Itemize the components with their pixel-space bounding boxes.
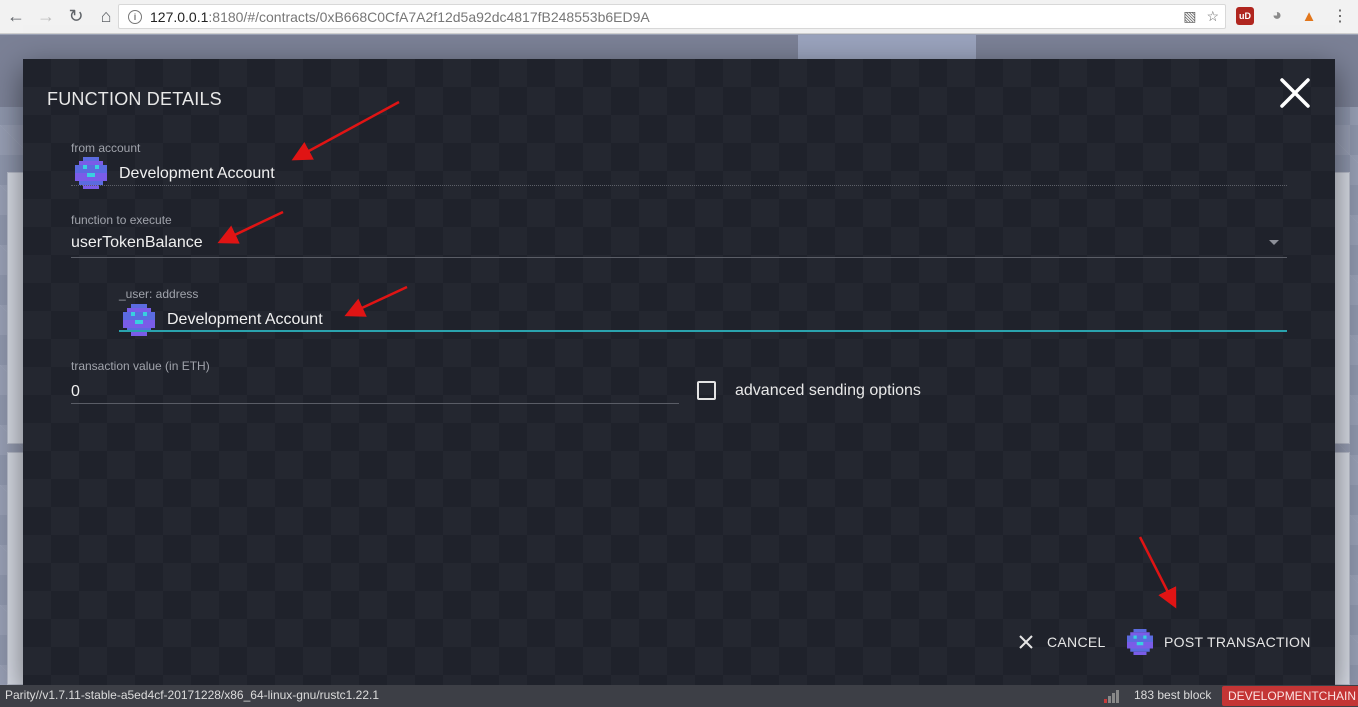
back-icon[interactable]: ← <box>2 3 30 31</box>
advanced-options-checkbox[interactable] <box>697 381 716 400</box>
cancel-button[interactable]: CANCEL <box>1017 633 1106 651</box>
metamask-fox-icon[interactable]: ▲ <box>1300 7 1318 25</box>
reload-icon[interactable]: ↻ <box>62 3 90 31</box>
function-select[interactable]: userTokenBalance <box>71 234 203 252</box>
url-host: 127.0.0.1 <box>150 8 209 25</box>
browser-toolbar: ← → ↻ ⌂ i 127.0.0.1:8180/#/contracts/0xB… <box>0 0 1358 34</box>
site-info-icon[interactable]: i <box>128 9 142 24</box>
chevron-down-icon[interactable] <box>1269 240 1279 245</box>
function-label: function to execute <box>71 213 172 227</box>
user-address-underline <box>119 330 1287 332</box>
transaction-value-input[interactable]: 0 <box>71 383 80 401</box>
chain-badge: DEVELOPMENTCHAIN <box>1222 686 1358 706</box>
post-transaction-button[interactable]: POST TRANSACTION <box>1127 629 1311 655</box>
advanced-options-label[interactable]: advanced sending options <box>735 382 921 400</box>
cancel-label: CANCEL <box>1047 634 1106 650</box>
from-account-label: from account <box>71 141 141 155</box>
best-block-text: 183 best block <box>1134 688 1212 702</box>
close-icon[interactable] <box>1277 75 1313 111</box>
transaction-value-label: transaction value (in ETH) <box>71 359 210 373</box>
globe-extension-icon[interactable]: ◕ <box>1268 7 1286 25</box>
status-bar: Parity//v1.7.11-stable-a5ed4cf-20171228/… <box>0 685 1358 707</box>
browser-menu-icon[interactable]: ⋮ <box>1331 7 1349 25</box>
dialog-title: FUNCTION DETAILS <box>47 89 222 109</box>
account-identicon-icon <box>1127 629 1153 655</box>
forward-icon[interactable]: → <box>32 3 60 31</box>
bookmark-star-icon[interactable]: ☆ <box>1206 8 1219 25</box>
close-icon <box>1019 635 1033 649</box>
version-text: Parity//v1.7.11-stable-a5ed4cf-20171228/… <box>5 688 380 702</box>
post-transaction-label: POST TRANSACTION <box>1164 634 1311 650</box>
transaction-value-underline <box>71 403 679 404</box>
from-account-value[interactable]: Development Account <box>119 165 275 183</box>
user-address-input[interactable]: Development Account <box>167 311 323 329</box>
home-icon[interactable]: ⌂ <box>92 3 120 31</box>
ublock-extension-icon[interactable]: uD <box>1236 7 1254 25</box>
translate-icon[interactable]: ▧ <box>1183 8 1196 25</box>
user-param-label: _user: address <box>119 287 199 301</box>
url-path: :8180/#/contracts/0xB668C0CfA7A2f12d5a92… <box>208 8 650 25</box>
signal-strength-icon <box>1104 689 1119 703</box>
function-underline <box>71 257 1287 258</box>
function-details-dialog: FUNCTION DETAILS from account Developmen… <box>23 59 1335 685</box>
address-bar[interactable]: i 127.0.0.1:8180/#/contracts/0xB668C0CfA… <box>118 4 1226 29</box>
from-account-underline <box>71 185 1287 186</box>
